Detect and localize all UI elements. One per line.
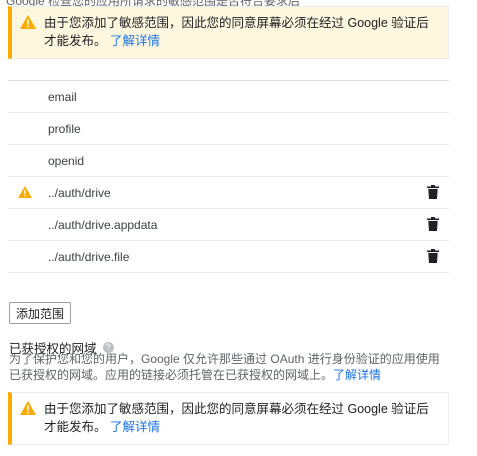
learn-more-link[interactable]: 了解详情 [333,368,381,382]
scope-name: email [48,89,77,104]
scope-row: ../auth/drive.file [8,241,449,273]
scopes-table: email profile openid ../auth/drive ../auth/d… [8,80,449,273]
trash-icon[interactable] [427,249,439,263]
learn-more-link[interactable]: 了解详情 [110,34,160,48]
scope-name: openid [48,153,85,168]
trash-icon[interactable] [427,185,439,199]
warning-icon [18,186,32,198]
scope-row: openid [8,145,449,177]
notice-text: 由于您添加了敏感范围，因此您的同意屏幕必须在经过 Google 验证后才能发布。… [44,400,438,436]
notice-text: 由于您添加了敏感范围，因此您的同意屏幕必须在经过 Google 验证后才能发布。… [44,14,438,50]
scope-name: ../auth/drive.file [48,249,130,264]
learn-more-link[interactable]: 了解详情 [110,420,160,434]
notice-message: 由于您添加了敏感范围，因此您的同意屏幕必须在经过 Google 验证后才能发布。 [44,402,429,434]
warning-icon [20,401,36,415]
sensitive-scope-notice-bottom: 由于您添加了敏感范围，因此您的同意屏幕必须在经过 Google 验证后才能发布。… [8,392,449,445]
warning-icon [20,15,36,29]
scope-row: email [8,81,449,113]
scope-row: ../auth/drive [8,177,449,209]
sensitive-scope-notice-top: 由于您添加了敏感范围，因此您的同意屏幕必须在经过 Google 验证后才能发布。… [8,6,449,59]
scope-row: profile [8,113,449,145]
scope-name: ../auth/drive [48,185,111,200]
authorized-domains-description: 为了保护您和您的用户，Google 仅允许那些通过 OAuth 进行身份验证的应… [9,351,451,383]
scope-name: profile [48,121,81,136]
notice-message: 由于您添加了敏感范围，因此您的同意屏幕必须在经过 Google 验证后才能发布。 [44,16,429,48]
scope-name: ../auth/drive.appdata [48,217,158,232]
scope-row: ../auth/drive.appdata [8,209,449,241]
add-scope-button[interactable]: 添加范围 [9,302,72,324]
trash-icon[interactable] [427,217,439,231]
